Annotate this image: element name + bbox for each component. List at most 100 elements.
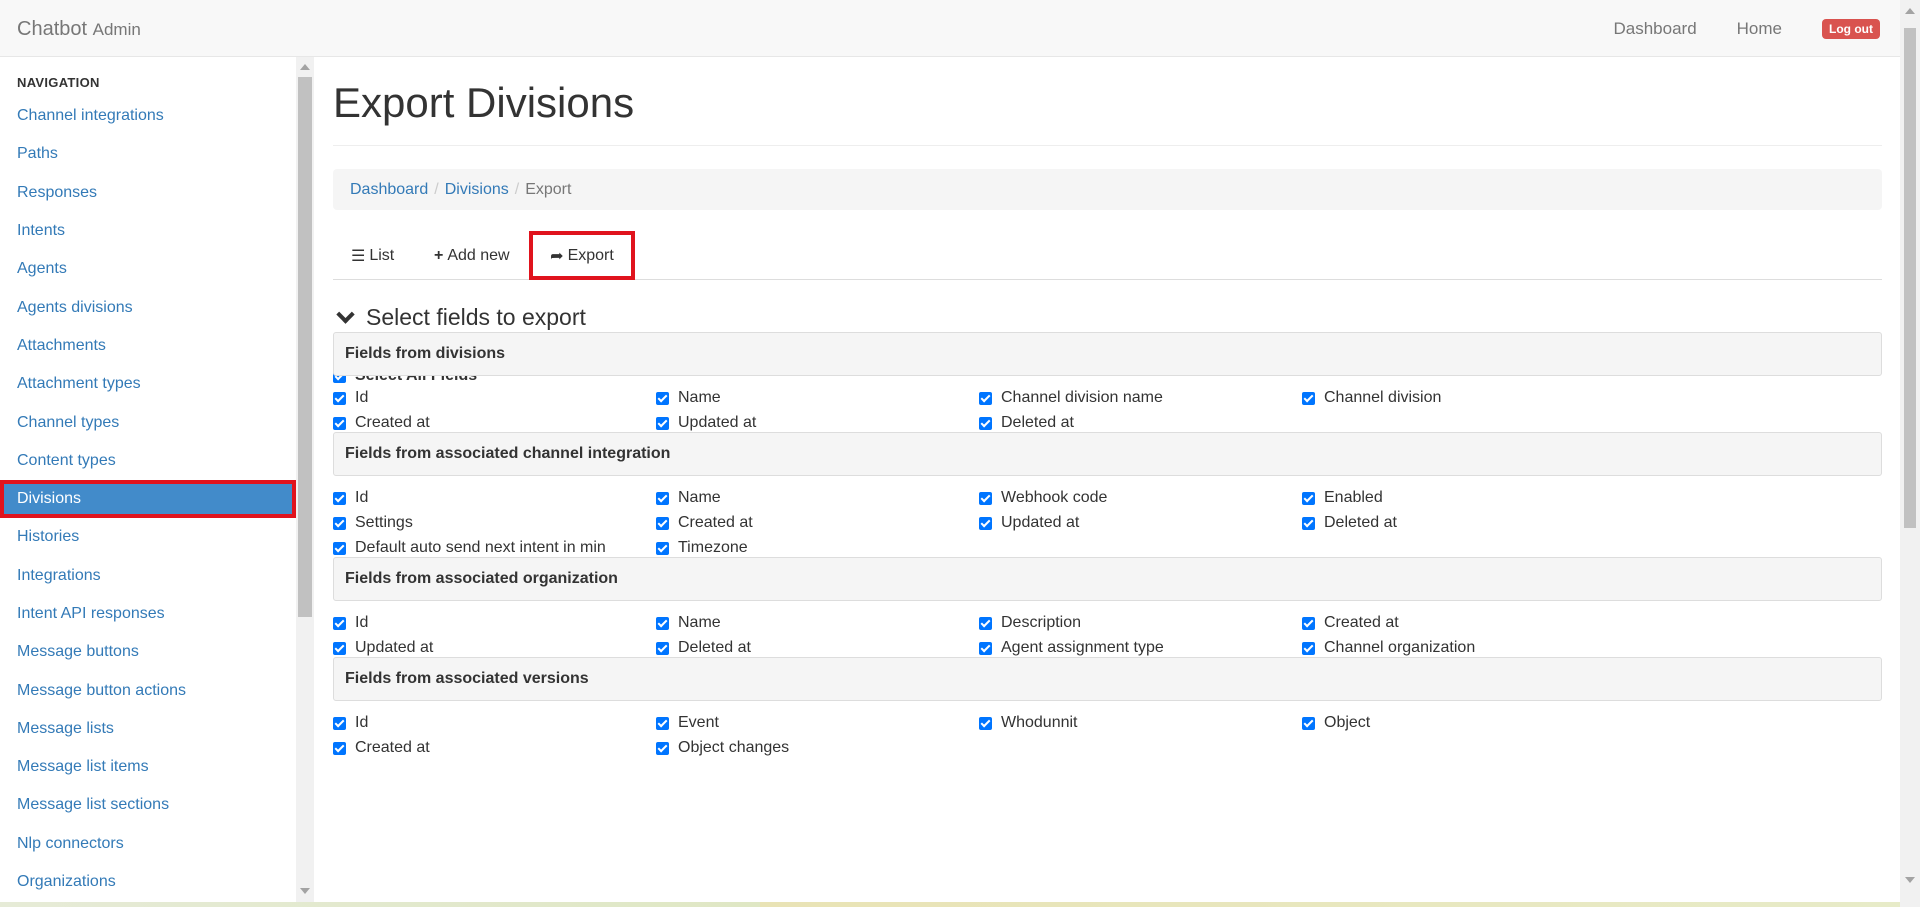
- sidebar-item[interactable]: Attachment types: [0, 365, 296, 403]
- checkbox-checked[interactable]: [1302, 391, 1315, 405]
- sidebar-item[interactable]: Paths: [0, 135, 296, 173]
- field-checkbox[interactable]: Created at: [333, 739, 430, 757]
- scroll-up-icon[interactable]: [1905, 8, 1915, 14]
- scrollbar-thumb[interactable]: [1904, 28, 1916, 528]
- field-checkbox[interactable]: Channel organization: [1302, 639, 1475, 657]
- field-checkbox[interactable]: Name: [656, 614, 721, 632]
- checkbox-checked[interactable]: [1302, 641, 1315, 655]
- field-checkbox[interactable]: Timezone: [656, 539, 748, 557]
- checkbox-checked[interactable]: [656, 641, 669, 655]
- scroll-down-icon[interactable]: [1905, 877, 1915, 883]
- checkbox-checked[interactable]: [979, 416, 992, 430]
- field-checkbox[interactable]: Deleted at: [656, 639, 751, 657]
- checkbox-checked[interactable]: [333, 541, 346, 555]
- breadcrumb-dashboard[interactable]: Dashboard: [350, 181, 428, 199]
- field-checkbox[interactable]: Id: [333, 389, 368, 407]
- field-checkbox[interactable]: Updated at: [333, 639, 433, 657]
- field-checkbox[interactable]: Webhook code: [979, 489, 1107, 507]
- field-checkbox[interactable]: Description: [979, 614, 1081, 632]
- field-checkbox[interactable]: Created at: [1302, 614, 1399, 632]
- sidebar-item[interactable]: Intents: [0, 212, 296, 250]
- sidebar-item[interactable]: Agents divisions: [0, 288, 296, 326]
- checkbox-checked[interactable]: [979, 491, 992, 505]
- checkbox-checked[interactable]: [656, 741, 669, 755]
- sidebar-item[interactable]: Message button actions: [0, 671, 296, 709]
- checkbox-checked[interactable]: [1302, 716, 1315, 730]
- field-checkbox[interactable]: Agent assignment type: [979, 639, 1164, 657]
- field-checkbox[interactable]: Object: [1302, 714, 1370, 732]
- sidebar-item[interactable]: Message list items: [0, 748, 296, 786]
- brand[interactable]: Chatbot Admin: [17, 18, 141, 41]
- checkbox-checked[interactable]: [333, 391, 346, 405]
- field-checkbox[interactable]: Object changes: [656, 739, 789, 757]
- checkbox-checked[interactable]: [1302, 616, 1315, 630]
- sidebar-item[interactable]: Organizations: [0, 863, 296, 901]
- field-checkbox[interactable]: Enabled: [1302, 489, 1383, 507]
- field-checkbox[interactable]: Event: [656, 714, 719, 732]
- sidebar-item[interactable]: Message lists: [0, 710, 296, 748]
- field-checkbox[interactable]: Whodunnit: [979, 714, 1078, 732]
- checkbox-checked[interactable]: [656, 516, 669, 530]
- checkbox-checked[interactable]: [979, 516, 992, 530]
- checkbox-checked[interactable]: [656, 541, 669, 555]
- sidebar-item[interactable]: Agents: [0, 250, 296, 288]
- field-checkbox[interactable]: Id: [333, 614, 368, 632]
- field-checkbox[interactable]: Settings: [333, 514, 413, 532]
- checkbox-checked[interactable]: [979, 616, 992, 630]
- checkbox-checked[interactable]: [333, 491, 346, 505]
- sidebar-item[interactable]: Histories: [0, 518, 296, 556]
- tab-export[interactable]: ➦ Export: [529, 231, 635, 280]
- sidebar-scrollbar-thumb[interactable]: [298, 77, 312, 617]
- checkbox-checked[interactable]: [656, 616, 669, 630]
- field-checkbox[interactable]: Channel division name: [979, 389, 1163, 407]
- checkbox-checked[interactable]: [656, 716, 669, 730]
- checkbox-checked[interactable]: [656, 416, 669, 430]
- field-checkbox[interactable]: Name: [656, 489, 721, 507]
- field-checkbox[interactable]: Deleted at: [1302, 514, 1397, 532]
- sidebar-scrollbar[interactable]: [296, 57, 314, 902]
- sidebar-item[interactable]: Nlp connectors: [0, 825, 296, 863]
- nav-link-home[interactable]: Home: [1737, 19, 1782, 39]
- sidebar-item[interactable]: Intent API responses: [0, 595, 296, 633]
- field-checkbox[interactable]: Updated at: [656, 414, 756, 432]
- nav-link-dashboard[interactable]: Dashboard: [1613, 19, 1696, 39]
- checkbox-checked[interactable]: [333, 416, 346, 430]
- field-checkbox[interactable]: Name: [656, 389, 721, 407]
- field-checkbox[interactable]: Created at: [656, 514, 753, 532]
- sidebar-item[interactable]: Divisions: [0, 479, 296, 519]
- sidebar-item[interactable]: Channel types: [0, 403, 296, 441]
- checkbox-checked[interactable]: [979, 716, 992, 730]
- sidebar-item[interactable]: Channel integrations: [0, 97, 296, 135]
- window-scrollbar[interactable]: [1900, 0, 1920, 907]
- field-checkbox[interactable]: Id: [333, 489, 368, 507]
- checkbox-checked[interactable]: [1302, 516, 1315, 530]
- checkbox-checked[interactable]: [333, 741, 346, 755]
- tab-add-new[interactable]: + Add new: [434, 231, 510, 280]
- sidebar-item[interactable]: Content types: [0, 442, 296, 480]
- field-checkbox[interactable]: Deleted at: [979, 414, 1074, 432]
- sidebar-item[interactable]: Integrations: [0, 557, 296, 595]
- checkbox-checked[interactable]: [979, 641, 992, 655]
- checkbox-checked[interactable]: [333, 641, 346, 655]
- logout-button[interactable]: Log out: [1822, 18, 1880, 39]
- checkbox-checked[interactable]: [979, 391, 992, 405]
- checkbox-checked[interactable]: [656, 491, 669, 505]
- section-toggle[interactable]: Select fields to export: [333, 304, 586, 331]
- tab-list[interactable]: ☰ List: [351, 231, 394, 280]
- checkbox-checked[interactable]: [1302, 491, 1315, 505]
- checkbox-checked[interactable]: [333, 616, 346, 630]
- sidebar-scroll-down-icon[interactable]: [300, 888, 310, 894]
- checkbox-checked[interactable]: [333, 516, 346, 530]
- field-checkbox[interactable]: Updated at: [979, 514, 1079, 532]
- sidebar-scroll-up-icon[interactable]: [300, 64, 310, 70]
- sidebar-item[interactable]: Message list sections: [0, 786, 296, 824]
- field-checkbox[interactable]: Id: [333, 714, 368, 732]
- field-checkbox[interactable]: Default auto send next intent in min: [333, 539, 606, 557]
- field-checkbox[interactable]: Created at: [333, 414, 430, 432]
- sidebar-item[interactable]: Responses: [0, 174, 296, 212]
- checkbox-checked[interactable]: [333, 716, 346, 730]
- checkbox-checked[interactable]: [656, 391, 669, 405]
- breadcrumb-divisions[interactable]: Divisions: [445, 181, 509, 199]
- sidebar-item[interactable]: Message buttons: [0, 633, 296, 671]
- field-checkbox[interactable]: Channel division: [1302, 389, 1441, 407]
